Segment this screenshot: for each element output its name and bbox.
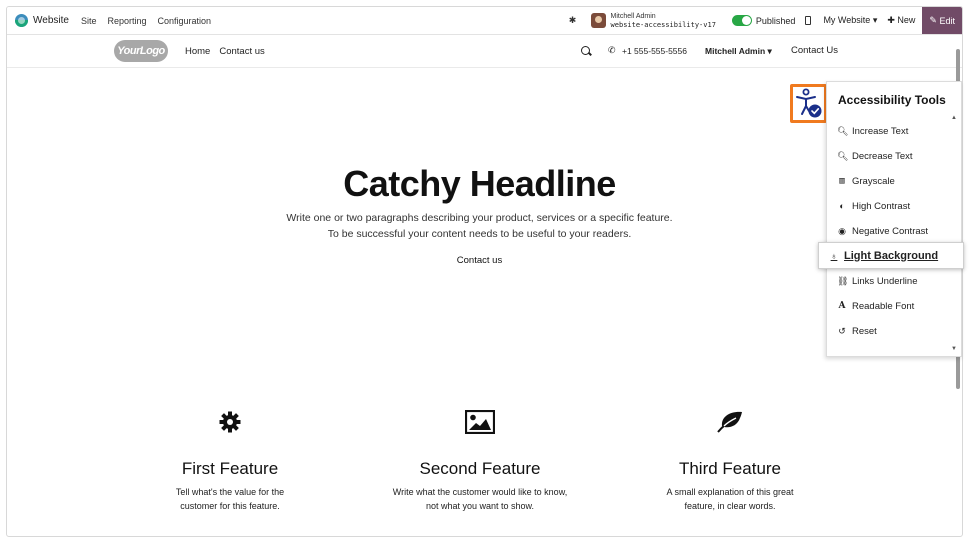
site-logo[interactable]: YourLogo — [114, 40, 168, 62]
zoom-in-icon: 🔍︎ — [837, 125, 849, 136]
link-icon: ⛓ — [837, 275, 849, 286]
a11y-item-label: Increase Text — [852, 125, 909, 137]
accessibility-toggle-button[interactable] — [790, 84, 827, 123]
font-icon: A — [838, 301, 846, 311]
top-menu: Site Reporting Configuration — [81, 16, 211, 26]
feature-title: Second Feature — [419, 459, 541, 478]
feature-desc-line: not what you want to show. — [425, 500, 535, 511]
menu-configuration[interactable]: Configuration — [158, 16, 212, 26]
a11y-increase-text[interactable]: 🔍︎ Increase Text — [837, 122, 908, 140]
a11y-grayscale[interactable]: ▥ Grayscale — [837, 172, 895, 190]
feature-title: First Feature — [181, 459, 279, 478]
database-name: website-accessibility-v17 — [610, 20, 716, 29]
feature-title: Third Feature — [678, 459, 782, 478]
feature-card: First Feature Tell what's the value for … — [110, 407, 350, 513]
feature-desc-line: Write what the customer would like to kn… — [392, 487, 568, 497]
a11y-decrease-text[interactable]: 🔍︎ Decrease Text — [837, 147, 913, 165]
plus-icon: ✚ — [887, 15, 895, 25]
new-label: New — [897, 15, 916, 25]
debug-bug-icon[interactable]: ✱ — [567, 15, 579, 26]
header-user-name: Mitchell Admin — [705, 46, 766, 56]
hero-headline: Catchy Headline — [343, 163, 616, 204]
feature-card: Second Feature Write what the customer w… — [360, 407, 600, 513]
a11y-item-label: Decrease Text — [852, 150, 913, 162]
hero-paragraph-2: To be successful your content needs to b… — [327, 228, 632, 240]
a11y-item-label: High Contrast — [852, 200, 911, 212]
feature-desc-line: A small explanation of this great — [666, 487, 794, 497]
a11y-reset[interactable]: ↺ Reset — [837, 322, 877, 340]
phone-number[interactable]: +1 555-555-5556 — [622, 46, 687, 56]
hero-paragraph-1: Write one or two paragraphs describing y… — [286, 212, 673, 224]
menu-site[interactable]: Site — [81, 16, 97, 26]
header-user-menu[interactable]: Mitchell Admin ▾ — [705, 46, 772, 57]
topbar-right: ✱ Mitchell Admin website-accessibility-v… — [567, 7, 962, 34]
reset-icon: ↺ — [838, 325, 846, 336]
a11y-high-contrast[interactable]: ◐ High Contrast — [837, 197, 910, 215]
hero-contact-button[interactable]: Contact us — [7, 255, 952, 266]
accessibility-tools-panel: Accessibility Tools ▲ 🔍︎ Increase Text 🔍… — [818, 81, 964, 357]
edit-button[interactable]: ✎ Edit — [922, 7, 962, 34]
toggle-switch-icon — [731, 15, 752, 26]
a11y-item-label: Reset — [852, 325, 877, 337]
a11y-item-label: Light Background — [844, 249, 939, 262]
user-avatar — [590, 13, 606, 28]
lightbulb-icon: ♁ — [830, 250, 838, 261]
eye-icon: ◉ — [838, 225, 846, 236]
my-website-label: My Website — [823, 15, 871, 25]
contrast-icon: ◐ — [839, 201, 845, 211]
user-name: Mitchell Admin — [610, 12, 656, 20]
search-icon[interactable] — [581, 46, 590, 55]
a11y-item-label: Links Underline — [852, 275, 918, 287]
barcode-icon: ▥ — [839, 176, 845, 186]
pencil-icon: ✎ — [929, 15, 937, 25]
a11y-item-label: Negative Contrast — [852, 225, 929, 237]
nav-home[interactable]: Home — [185, 46, 210, 57]
menu-reporting[interactable]: Reporting — [107, 16, 146, 26]
a11y-item-label: Readable Font — [852, 300, 915, 312]
scroll-down-icon[interactable]: ▼ — [951, 346, 957, 352]
zoom-out-icon: 🔍︎ — [837, 150, 849, 161]
app-brand[interactable]: Website — [15, 14, 69, 27]
a11y-item-label: Grayscale — [852, 175, 895, 187]
caret-down-icon: ▾ — [767, 46, 772, 56]
new-button[interactable]: ✚ New — [887, 15, 915, 26]
feature-card: Third Feature A small explanation of thi… — [610, 407, 850, 513]
a11y-links-underline[interactable]: ⛓ Links Underline — [837, 272, 917, 290]
feature-desc-line: customer for this feature. — [180, 500, 280, 511]
picture-icon — [360, 407, 600, 437]
site-nav: Home Contact us — [185, 35, 265, 68]
gear-icon — [110, 407, 350, 437]
feature-desc-line: feature, in clear words. — [684, 500, 776, 511]
a11y-readable-font[interactable]: A Readable Font — [837, 297, 915, 315]
caret-down-icon: ▾ — [872, 15, 878, 25]
edit-label: Edit — [939, 15, 955, 26]
a11y-negative-contrast[interactable]: ◉ Negative Contrast — [837, 222, 928, 240]
feature-desc-line: Tell what's the value for the — [175, 487, 285, 497]
nav-contact-us[interactable]: Contact us — [219, 46, 264, 57]
scroll-up-icon[interactable]: ▲ — [951, 115, 957, 121]
leaf-icon — [610, 407, 850, 437]
user-database-box[interactable]: Mitchell Admin website-accessibility-v17 — [590, 12, 716, 30]
app-name: Website — [33, 15, 69, 26]
odoo-topbar: Website Site Reporting Configuration ✱ M… — [7, 7, 962, 35]
mobile-preview-icon[interactable] — [805, 16, 812, 25]
published-toggle[interactable]: Published — [731, 15, 796, 26]
website-app-icon — [15, 14, 28, 27]
a11y-light-background[interactable]: ♁ Light Background — [818, 242, 964, 269]
published-label: Published — [755, 15, 796, 26]
phone-icon: ✆ — [608, 45, 616, 55]
website-header: YourLogo Home Contact us ✆ +1 555-555-55… — [7, 35, 962, 68]
accessibility-panel-title: Accessibility Tools — [838, 93, 946, 107]
contact-us-button[interactable]: Contact Us — [791, 45, 838, 56]
accessibility-person-icon — [796, 88, 822, 118]
my-website-dropdown[interactable]: My Website ▾ — [823, 15, 877, 26]
